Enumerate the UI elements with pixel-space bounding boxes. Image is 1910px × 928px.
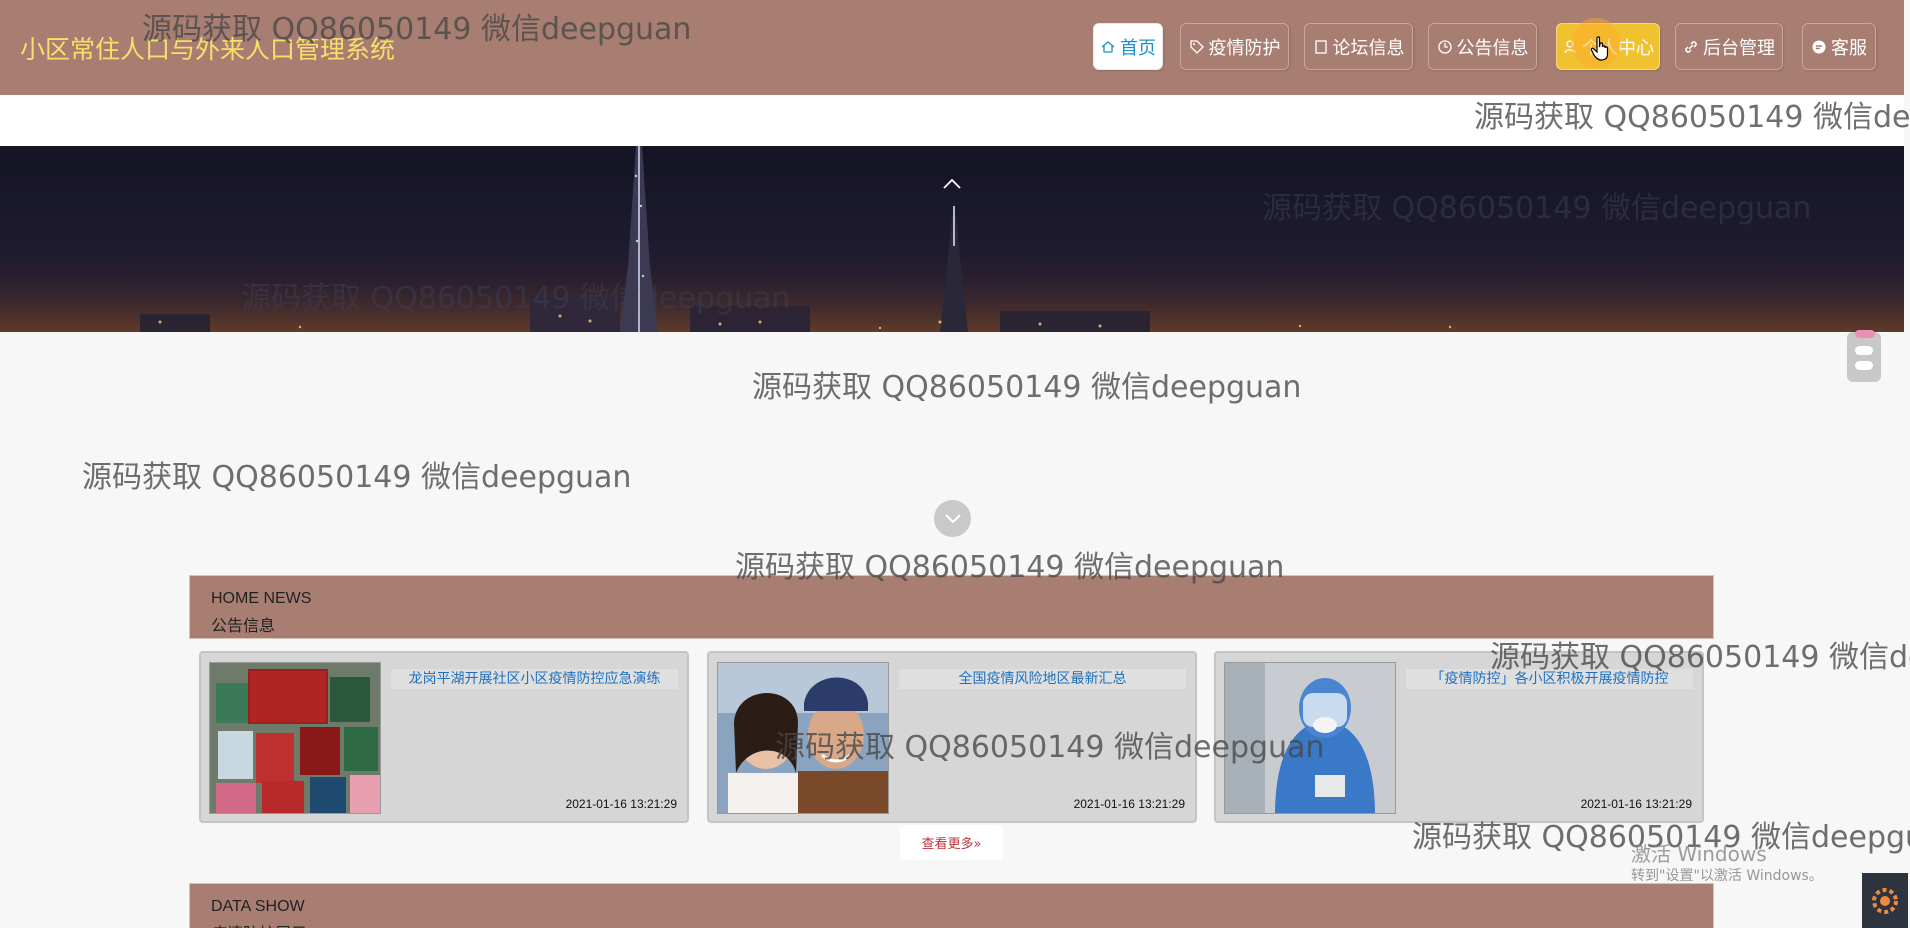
- doc-icon: [1314, 39, 1327, 54]
- news-date: 2021-01-16 13:21:29: [565, 797, 677, 811]
- side-toolbar-item[interactable]: [1855, 346, 1873, 355]
- chat-icon: [1812, 40, 1826, 53]
- nav-epidemic-protection-label: 疫情防护: [1208, 37, 1281, 59]
- news-thumbnail-medic[interactable]: [1224, 662, 1396, 814]
- windows-activation-title: 激活 Windows: [1631, 842, 1767, 866]
- nav-admin-label: 后台管理: [1703, 37, 1775, 59]
- data-show-section-header: DATA SHOW 疫情防护展示: [189, 883, 1714, 928]
- tag-icon: [1189, 39, 1204, 54]
- news-section-header: HOME NEWS 公告信息: [189, 575, 1714, 639]
- view-more-button[interactable]: 查看更多»: [900, 825, 1003, 860]
- side-toolbar[interactable]: [1847, 330, 1881, 382]
- news-date: 2021-01-16 13:21:29: [1073, 797, 1185, 811]
- news-title[interactable]: 龙岗平湖开展社区小区疫情防控应急演练: [391, 669, 678, 689]
- nav-customer-service-label: 客服: [1831, 37, 1867, 59]
- news-card[interactable]: 「疫情防控」各小区积极开展疫情防控 2021-01-16 13:21:29: [1214, 651, 1704, 823]
- side-toolbar-indicator: [1855, 330, 1875, 338]
- data-show-en-title: DATA SHOW: [211, 898, 305, 915]
- news-date: 2021-01-16 13:21:29: [1580, 797, 1692, 811]
- nav-forum-label: 论坛信息: [1332, 37, 1405, 59]
- nav-customer-service[interactable]: 客服: [1802, 23, 1876, 70]
- link-icon: [1685, 40, 1697, 53]
- news-card[interactable]: 全国疫情风险地区最新汇总 2021-01-16 13:21:29: [707, 651, 1197, 823]
- carousel-prev-button[interactable]: [937, 170, 967, 198]
- news-thumbnail-people[interactable]: [717, 662, 889, 814]
- news-thumbnail-certificates[interactable]: [209, 662, 381, 814]
- clock-icon: [1437, 39, 1452, 54]
- nav-home-label: 首页: [1120, 37, 1156, 59]
- nav-home[interactable]: 首页: [1093, 23, 1163, 70]
- chevron-up-icon: [943, 178, 961, 189]
- nav-admin[interactable]: 后台管理: [1675, 23, 1783, 70]
- nav-announcements-label: 公告信息: [1456, 37, 1529, 59]
- news-section-en-title: HOME NEWS: [211, 590, 312, 607]
- site-title[interactable]: 小区常住人口与外来人口管理系统: [20, 30, 395, 66]
- settings-gear-icon[interactable]: [1862, 873, 1908, 928]
- scroll-down-button[interactable]: [934, 500, 971, 537]
- home-icon: [1101, 40, 1115, 53]
- news-title[interactable]: 全国疫情风险地区最新汇总: [899, 669, 1186, 689]
- nav-epidemic-protection[interactable]: 疫情防护: [1180, 23, 1289, 70]
- news-card[interactable]: 龙岗平湖开展社区小区疫情防控应急演练 2021-01-16 13:21:29: [199, 651, 689, 823]
- nav-forum[interactable]: 论坛信息: [1304, 23, 1413, 70]
- side-toolbar-item[interactable]: [1855, 361, 1873, 370]
- nav-announcements[interactable]: 公告信息: [1428, 23, 1537, 70]
- windows-activation-subtitle: 转到"设置"以激活 Windows。: [1631, 868, 1823, 884]
- news-title[interactable]: 「疫情防控」各小区积极开展疫情防控: [1406, 669, 1693, 689]
- chevron-down-icon: [944, 514, 961, 524]
- hand-cursor-icon: [1590, 36, 1609, 61]
- white-spacer: [0, 95, 1904, 146]
- data-show-cn-title: 疫情防护展示: [211, 920, 307, 928]
- news-section-cn-title: 公告信息: [211, 616, 276, 635]
